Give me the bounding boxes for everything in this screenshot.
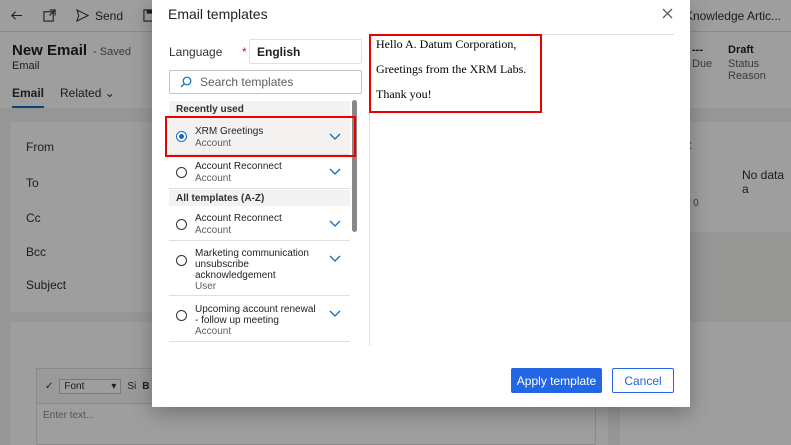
template-type: Account xyxy=(195,173,232,184)
search-icon xyxy=(180,76,192,88)
close-button[interactable] xyxy=(658,4,676,22)
template-name: Account Reconnect xyxy=(195,161,282,172)
template-type: Account xyxy=(195,138,232,149)
template-item-xrm-greetings[interactable]: XRM Greetings Account xyxy=(169,118,350,155)
preview-top-border xyxy=(369,34,674,35)
section-recently-used: Recently used xyxy=(169,101,350,117)
preview-line-body: Greetings from the XRM Labs. xyxy=(376,62,527,76)
language-label: Language xyxy=(169,45,223,59)
template-radio[interactable] xyxy=(176,219,187,230)
search-box[interactable] xyxy=(169,70,362,94)
cancel-button[interactable]: Cancel xyxy=(612,368,674,393)
template-name: Upcoming account renewal - follow up mee… xyxy=(195,304,316,326)
chevron-down-icon[interactable] xyxy=(329,255,341,263)
preview-line-greeting: Hello A. Datum Corporation, xyxy=(376,37,517,51)
template-item-account-reconnect[interactable]: Account Reconnect Account xyxy=(169,207,350,241)
chevron-down-icon[interactable] xyxy=(329,310,341,318)
template-radio[interactable] xyxy=(176,167,187,178)
template-item-account-reconnect-recent[interactable]: Account Reconnect Account xyxy=(169,155,350,189)
template-type: User xyxy=(195,281,217,292)
template-list-scrollbar[interactable] xyxy=(352,100,357,232)
preview-divider xyxy=(369,34,370,346)
section-all-templates: All templates (A-Z) xyxy=(169,190,350,206)
template-name: Account Reconnect xyxy=(195,213,282,224)
template-preview: Hello A. Datum Corporation, Greetings fr… xyxy=(376,38,526,113)
dialog-title: Email templates xyxy=(168,6,268,22)
search-input[interactable] xyxy=(200,75,360,89)
template-name: Marketing communication unsubscribe ackn… xyxy=(195,248,309,281)
apply-template-button[interactable]: Apply template xyxy=(511,368,602,393)
chevron-down-icon[interactable] xyxy=(329,220,341,228)
chevron-down-icon[interactable] xyxy=(329,168,341,176)
required-marker: * xyxy=(242,45,247,59)
chevron-down-icon[interactable] xyxy=(329,133,341,141)
template-type: Account xyxy=(195,225,232,236)
template-radio[interactable] xyxy=(176,310,187,321)
template-name: XRM Greetings xyxy=(195,126,264,137)
template-type: Account xyxy=(195,326,232,337)
preview-line-closing: Thank you! xyxy=(376,87,432,101)
template-item-marketing-communication[interactable]: Marketing communication unsubscribe ackn… xyxy=(169,241,350,296)
template-list: Recently used XRM Greetings Account Acco… xyxy=(169,98,350,342)
template-item-upcoming-account-renewal[interactable]: Upcoming account renewal - follow up mee… xyxy=(169,296,350,342)
template-radio-selected[interactable] xyxy=(176,131,187,142)
language-field[interactable]: English xyxy=(249,39,362,64)
close-icon xyxy=(662,8,672,18)
template-radio[interactable] xyxy=(176,255,187,266)
email-templates-dialog: Email templates Language * English Recen… xyxy=(152,0,690,407)
